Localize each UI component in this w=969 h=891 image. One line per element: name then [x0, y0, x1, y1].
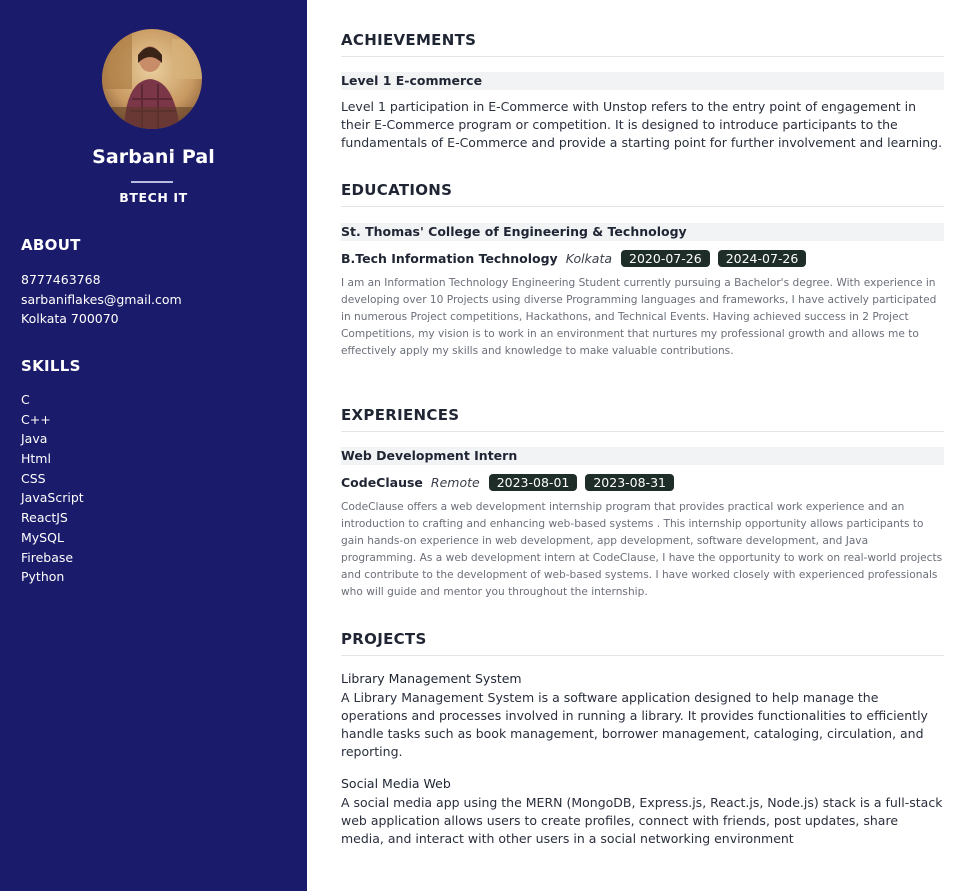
- project-description: A Library Management System is a softwar…: [341, 690, 928, 759]
- about-list: 8777463768 sarbaniflakes@gmail.com Kolka…: [21, 270, 182, 329]
- main-content: ACHIEVEMENTS Level 1 E-commerce Level 1 …: [341, 0, 944, 891]
- skill-item: C: [21, 392, 30, 407]
- skill-item: JavaScript: [21, 490, 84, 506]
- experience-company: CodeClause: [341, 474, 423, 490]
- achievement-description: Level 1 participation in E-Commerce with…: [341, 99, 943, 150]
- email-address: sarbaniflakes@gmail.com: [21, 291, 182, 307]
- experience-start-badge: 2023-08-01: [488, 473, 578, 491]
- education-location: Kolkata: [565, 250, 613, 266]
- achievement-title: Level 1 E-commerce: [341, 72, 944, 90]
- phone-number: 8777463768: [21, 272, 101, 287]
- experiences-heading: EXPERIENCES: [341, 406, 944, 432]
- project-description: A social media app using the MERN (Mongo…: [341, 795, 943, 846]
- skill-item: C++: [21, 411, 51, 427]
- avatar: [102, 29, 202, 129]
- skill-item: CSS: [21, 470, 46, 486]
- experience-position: Web Development Intern: [341, 447, 944, 465]
- profile-role: BTECH IT: [119, 190, 188, 205]
- educations-heading: EDUCATIONS: [341, 181, 944, 207]
- education-institution: St. Thomas' College of Engineering & Tec…: [341, 223, 944, 241]
- education-end-badge: 2024-07-26: [717, 249, 807, 267]
- experience-mode: Remote: [430, 474, 480, 490]
- education-start-badge: 2020-07-26: [621, 249, 710, 267]
- skill-item: Html: [21, 451, 51, 467]
- experience-end-badge: 2023-08-31: [585, 473, 675, 491]
- experience-meta: CodeClause Remote 2023-08-01 2023-08-31: [341, 472, 675, 492]
- achievements-heading: ACHIEVEMENTS: [341, 31, 944, 57]
- project-title: Social Media Web: [341, 776, 451, 791]
- skills-list: C C++ Java Html CSS JavaScript ReactJS M…: [21, 390, 84, 587]
- profile-name: Sarbani Pal: [92, 146, 215, 168]
- education-description: I am an Information Technology Engineeri…: [341, 277, 937, 357]
- about-heading: ABOUT: [21, 236, 81, 254]
- skill-item: Java: [21, 431, 48, 447]
- skill-item: ReactJS: [21, 510, 68, 526]
- education-degree: B.Tech Information Technology: [341, 250, 558, 266]
- skill-item: Firebase: [21, 549, 74, 565]
- profile-photo: [102, 29, 202, 129]
- skills-heading: SKILLS: [21, 357, 81, 375]
- skill-item: MySQL: [21, 529, 64, 545]
- sidebar: Sarbani Pal BTECH IT ABOUT 8777463768 sa…: [0, 0, 307, 891]
- skill-item: Python: [21, 569, 65, 585]
- project-title: Library Management System: [341, 671, 522, 686]
- experience-description: CodeClause offers a web development inte…: [341, 501, 943, 598]
- name-divider: [131, 181, 173, 183]
- postal-address: Kolkata 700070: [21, 311, 119, 327]
- projects-heading: PROJECTS: [341, 630, 944, 656]
- education-meta: B.Tech Information Technology Kolkata 20…: [341, 248, 807, 268]
